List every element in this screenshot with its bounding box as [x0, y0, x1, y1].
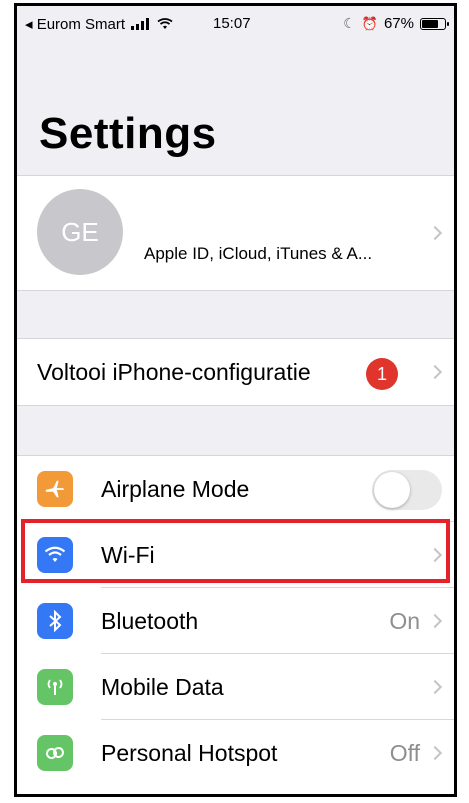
- chevron-right-icon: [427, 225, 443, 241]
- setup-label: Voltooi iPhone-configuratie: [37, 359, 311, 385]
- avatar: GE: [37, 189, 123, 275]
- settings-row-bluetooth[interactable]: Bluetooth On: [17, 588, 454, 654]
- apple-id-row[interactable]: GE Apple ID, iCloud, iTunes & A...: [17, 175, 454, 291]
- chevron-right-icon: [427, 745, 443, 761]
- wifi-status-icon: [157, 18, 173, 29]
- hotspot-value: Off: [389, 740, 420, 766]
- airplane-mode-toggle[interactable]: [372, 470, 442, 510]
- battery-icon: [420, 17, 449, 30]
- settings-row-personal-hotspot[interactable]: Personal Hotspot Off: [17, 720, 454, 786]
- alarm-icon: ⏰: [361, 15, 378, 31]
- settings-row-label: Airplane Mode: [101, 476, 250, 502]
- settings-group: Airplane Mode Wi-Fi Bluetooth On Mobile …: [17, 455, 454, 794]
- bluetooth-icon: [37, 603, 73, 639]
- page-title: Settings: [39, 109, 217, 158]
- airplane-icon: [37, 471, 73, 507]
- settings-row-label: Bluetooth: [101, 608, 199, 634]
- notification-badge: 1: [366, 358, 398, 390]
- status-bar: ◂ Eurom Smart 15:07 ☾ ⏰ 67%: [17, 6, 454, 42]
- bluetooth-value: On: [389, 608, 420, 634]
- apple-id-subtitle: Apple ID, iCloud, iTunes & A...: [144, 244, 373, 263]
- setup-row[interactable]: Voltooi iPhone-configuratie 1: [17, 338, 454, 406]
- settings-row-mobile-data[interactable]: Mobile Data: [17, 654, 454, 720]
- wifi-highlight-box: [21, 519, 450, 583]
- chevron-right-icon: [427, 364, 443, 380]
- battery-percent: 67%: [383, 15, 414, 32]
- signal-icon: [131, 18, 150, 30]
- antenna-icon: [37, 669, 73, 705]
- settings-row-airplane-mode[interactable]: Airplane Mode: [17, 456, 454, 522]
- moon-icon: ☾: [343, 15, 356, 31]
- carrier-label: ◂ Eurom Smart: [25, 16, 126, 33]
- hotspot-icon: [37, 735, 73, 771]
- status-time: 15:07: [213, 15, 251, 32]
- chevron-right-icon: [427, 613, 443, 629]
- chevron-right-icon: [427, 679, 443, 695]
- settings-row-label: Personal Hotspot: [101, 740, 278, 766]
- settings-row-label: Mobile Data: [101, 674, 224, 700]
- phone-frame: ◂ Eurom Smart 15:07 ☾ ⏰ 67% Settings GE …: [14, 3, 457, 797]
